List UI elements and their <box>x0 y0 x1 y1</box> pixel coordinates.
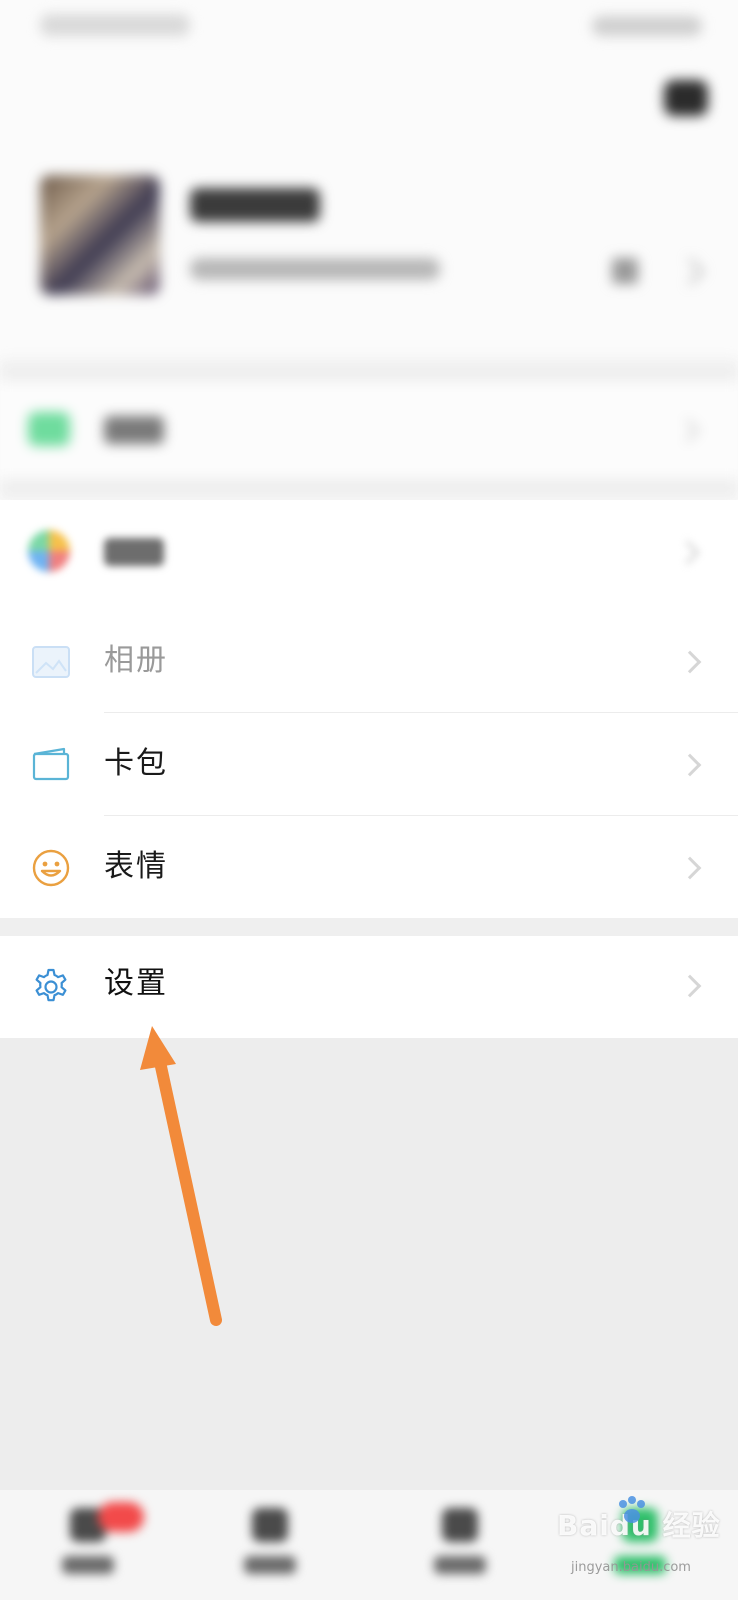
gear-icon <box>30 966 72 1008</box>
menu-group: 相册 卡包 表情 <box>0 500 738 918</box>
chevron-right-icon <box>678 753 702 777</box>
tab-chats[interactable] <box>58 1502 144 1588</box>
menu-item-pay[interactable] <box>0 382 738 478</box>
chevron-right-icon <box>675 418 700 443</box>
menu-item-album[interactable]: 相册 <box>0 610 738 713</box>
top-region <box>0 0 738 500</box>
section-separator <box>0 478 738 500</box>
favorites-label <box>104 538 164 566</box>
album-icon <box>30 641 72 683</box>
menu-item-favorites[interactable] <box>0 500 738 610</box>
tab-label <box>434 1556 486 1574</box>
blurred-header-content <box>0 0 738 500</box>
chevron-right-icon <box>675 540 700 565</box>
paw-icon <box>619 1496 645 1523</box>
favorites-icon <box>28 530 70 572</box>
menu-item-label: 卡包 <box>104 746 168 781</box>
section-separator <box>0 918 738 936</box>
pay-icon <box>28 412 70 446</box>
smiley-icon <box>30 847 72 889</box>
tab-contacts[interactable] <box>240 1508 300 1588</box>
profile-name <box>190 188 320 222</box>
menu-item-cards[interactable]: 卡包 <box>0 713 738 816</box>
menu-item-label: 表情 <box>104 849 168 884</box>
watermark-url: jingyan.baidu.com <box>571 1560 691 1575</box>
menu-item-settings[interactable]: 设置 <box>0 936 738 1038</box>
menu-item-stickers[interactable]: 表情 <box>0 816 738 919</box>
chevron-right-icon <box>678 650 702 674</box>
chevron-right-icon <box>678 856 702 880</box>
profile-wechat-id <box>190 258 440 280</box>
status-bar-right <box>592 16 702 36</box>
tab-label <box>62 1556 114 1574</box>
qr-code-icon[interactable] <box>612 258 638 284</box>
camera-icon[interactable] <box>664 80 708 116</box>
watermark: Baidu 经验 jingyan.baidu.com <box>545 1490 735 1600</box>
section-separator <box>0 360 738 382</box>
tab-label <box>244 1556 296 1574</box>
contacts-icon <box>252 1508 288 1542</box>
menu-item-label: 设置 <box>104 966 168 1001</box>
card-wallet-icon <box>30 744 72 786</box>
blurred-favorites <box>0 500 738 610</box>
status-bar-left <box>40 14 190 36</box>
compass-icon <box>442 1508 478 1542</box>
pay-label <box>104 416 164 444</box>
unread-badge <box>98 1502 144 1532</box>
profile-chevron-icon <box>677 258 704 285</box>
avatar[interactable] <box>40 175 160 295</box>
menu-item-label: 相册 <box>104 643 168 678</box>
tab-discover[interactable] <box>430 1508 490 1588</box>
chevron-right-icon <box>678 974 702 998</box>
